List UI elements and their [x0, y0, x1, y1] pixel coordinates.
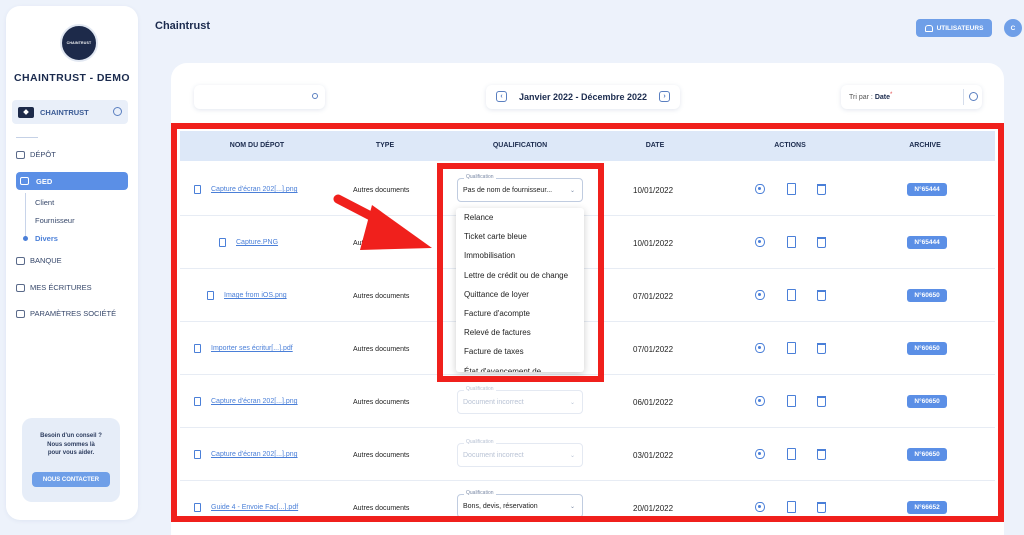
help-line: Nous sommes là: [47, 441, 95, 448]
users-icon: [924, 24, 933, 32]
folder-icon: [16, 150, 25, 159]
sidebar-item-label: DÉPÔT: [30, 150, 56, 159]
sliders-icon: [16, 309, 25, 318]
next-period-button[interactable]: ›: [659, 91, 670, 102]
avatar[interactable]: C: [1004, 19, 1022, 37]
sort-divider: [963, 89, 964, 105]
sort-direction-icon[interactable]: [969, 92, 978, 101]
sidebar-item-label: MES ÉCRITURES: [30, 283, 92, 292]
switch-company-icon[interactable]: [113, 107, 122, 116]
sidebar-item-depot[interactable]: DÉPÔT: [16, 150, 56, 159]
users-button-label: UTILISATEURS: [936, 24, 984, 32]
sidebar-separator: [16, 137, 38, 138]
company-selector[interactable]: CHAINTRUST: [12, 100, 128, 124]
company-square-icon: [18, 106, 34, 118]
sidebar-item-mes-ecritures[interactable]: MES ÉCRITURES: [16, 283, 92, 292]
sidebar-item-label: GED: [36, 176, 53, 186]
folder-open-icon: [20, 177, 29, 185]
search-icon[interactable]: [312, 93, 318, 99]
folder-icon: [16, 283, 25, 292]
submenu-line: [25, 193, 26, 241]
date-range-picker: ‹ Janvier 2022 - Décembre 2022 ›: [486, 85, 680, 109]
page-title: Chaintrust: [155, 20, 210, 32]
company-name: CHAINTRUST - DEMO: [14, 72, 130, 84]
search-box: [194, 85, 325, 109]
sidebar-item-label: BANQUE: [30, 256, 62, 265]
help-box: Besoin d'un conseil ? Nous sommes là pou…: [22, 418, 120, 502]
annotation-frame-qualification: [437, 163, 604, 382]
bank-icon: [16, 256, 25, 265]
sort-value: Date: [874, 93, 891, 101]
help-line: Besoin d'un conseil ?: [40, 433, 102, 439]
contact-button[interactable]: NOUS CONTACTER: [32, 472, 110, 487]
sidebar-item-parametres[interactable]: PARAMÈTRES SOCIÉTÉ: [16, 309, 116, 318]
company-logo: CHAINTRUST: [60, 24, 98, 62]
sort-select[interactable]: Tri par : Date *: [841, 85, 982, 109]
help-text: Besoin d'un conseil ? Nous sommes là pou…: [22, 432, 120, 458]
sidebar-subitem-client[interactable]: Client: [35, 198, 54, 207]
active-dot-icon: [23, 236, 28, 241]
help-line: pour vous aider.: [47, 450, 95, 457]
sidebar-subitem-fournisseur[interactable]: Fournisseur: [35, 216, 75, 225]
company-selector-label: CHAINTRUST: [40, 107, 89, 117]
sort-marker: *: [890, 92, 893, 98]
sidebar-subitem-divers[interactable]: Divers: [35, 234, 58, 243]
date-range-label[interactable]: Janvier 2022 - Décembre 2022: [519, 92, 647, 102]
sidebar-item-ged[interactable]: GED: [16, 172, 128, 190]
search-input[interactable]: [202, 85, 302, 108]
sort-label: Tri par :: [849, 93, 873, 101]
previous-period-button[interactable]: ‹: [496, 91, 507, 102]
users-button[interactable]: UTILISATEURS: [916, 19, 992, 37]
sidebar-item-label: PARAMÈTRES SOCIÉTÉ: [30, 309, 117, 318]
sidebar-item-banque[interactable]: BANQUE: [16, 256, 62, 265]
